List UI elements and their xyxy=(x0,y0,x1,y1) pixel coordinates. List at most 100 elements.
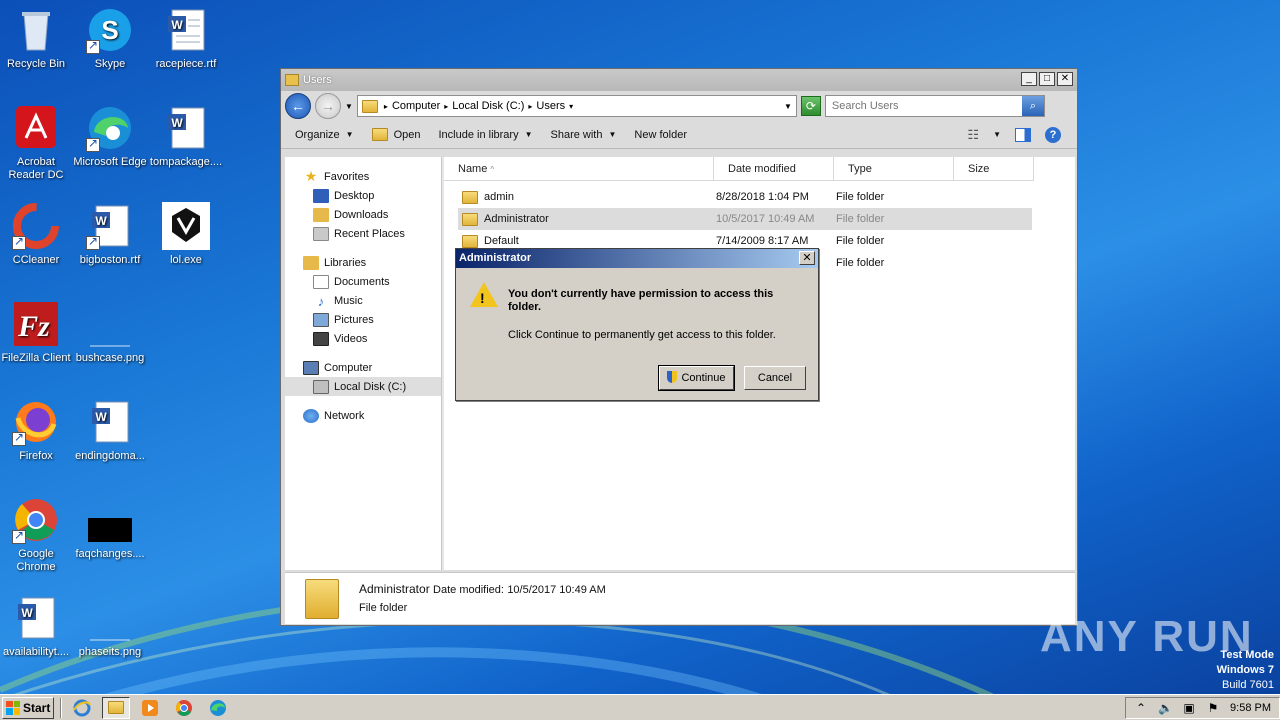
word-doc-icon: W xyxy=(162,6,210,54)
permission-dialog: Administrator ✕ ! You don't currently ha… xyxy=(455,248,819,401)
breadcrumb-users[interactable]: Users xyxy=(536,100,565,112)
nav-libraries[interactable]: Libraries xyxy=(285,253,441,272)
search-box[interactable]: ⌕ xyxy=(824,95,1045,117)
start-button[interactable]: Start xyxy=(2,696,54,719)
nav-downloads[interactable]: Downloads xyxy=(285,205,441,224)
column-header-type[interactable]: Type xyxy=(834,157,954,181)
desktop-icon-ccleaner[interactable]: CCleaner xyxy=(0,202,74,267)
desktop-icon-recycle-bin[interactable]: Recycle Bin xyxy=(0,6,74,71)
column-header-size[interactable]: Size xyxy=(954,157,1034,181)
share-with-button[interactable]: Share with ▼ xyxy=(551,129,617,141)
word-doc-icon: W xyxy=(12,594,60,642)
clock[interactable]: 9:58 PM xyxy=(1230,702,1271,714)
file-row[interactable]: admin 8/28/2018 1:04 PM File folder xyxy=(458,186,1032,208)
desktop-icon-bigboston[interactable]: W bigboston.rtf xyxy=(72,202,148,267)
search-icon[interactable]: ⌕ xyxy=(1021,96,1044,116)
nav-videos[interactable]: Videos xyxy=(285,329,441,348)
action-center-flag-icon[interactable]: ⚑ xyxy=(1206,701,1220,715)
desktop-icon-availability[interactable]: W availabilityt.... xyxy=(0,594,74,659)
show-hidden-icons-icon[interactable]: ⌃ xyxy=(1134,701,1148,715)
word-doc-icon: W xyxy=(162,104,210,152)
desktop-icon-phaseits[interactable]: phaseits.png xyxy=(72,594,148,659)
taskbar-chrome-icon[interactable] xyxy=(170,697,198,719)
breadcrumb: ▸ Computer ▸ Local Disk (C:) ▸ Users ▾ xyxy=(383,100,574,112)
nav-desktop[interactable]: Desktop xyxy=(285,186,441,205)
include-in-library-button[interactable]: Include in library ▼ xyxy=(438,129,532,141)
taskbar: Start ⌃ 🔈 ▣ ⚑ 9:58 PM xyxy=(0,694,1280,720)
dialog-close-button[interactable]: ✕ xyxy=(799,251,815,265)
taskbar-ie-icon[interactable] xyxy=(68,697,96,719)
nav-network[interactable]: Network xyxy=(285,406,441,425)
file-row[interactable]: Administrator 10/5/2017 10:49 AM File fo… xyxy=(458,208,1032,230)
new-folder-button[interactable]: New folder xyxy=(634,129,687,141)
filezilla-icon: Fz xyxy=(12,300,60,348)
drive-icon xyxy=(313,379,329,394)
nav-music[interactable]: ♪ Music xyxy=(285,291,441,310)
recent-pages-chevron-icon[interactable]: ▼ xyxy=(345,102,353,111)
desktop-icon-lol-exe[interactable]: lol.exe xyxy=(148,202,224,267)
search-input[interactable] xyxy=(831,100,1012,112)
nav-computer[interactable]: Computer xyxy=(285,358,441,377)
column-header-date[interactable]: Date modified xyxy=(714,157,834,181)
nav-pictures[interactable]: Pictures xyxy=(285,310,441,329)
nav-favorites[interactable]: ★ Favorites xyxy=(285,167,441,186)
column-header-name[interactable]: Name ^ xyxy=(444,157,714,181)
desktop-icon-tompackage[interactable]: W tompackage.... xyxy=(148,104,224,169)
preview-pane-icon[interactable] xyxy=(1015,127,1031,142)
breadcrumb-computer[interactable]: Computer xyxy=(392,100,440,112)
back-button[interactable]: ← xyxy=(285,93,311,119)
desktop-icon-faqchanges[interactable]: faqchanges.... xyxy=(72,496,148,561)
desktop-icon-edge[interactable]: Microsoft Edge xyxy=(72,104,148,169)
nav-local-disk[interactable]: Local Disk (C:) xyxy=(285,377,441,396)
network-icon xyxy=(303,408,319,423)
breadcrumb-local-disk[interactable]: Local Disk (C:) xyxy=(452,100,524,112)
test-mode-label: Test Mode Windows 7 Build 7601 xyxy=(1216,649,1274,691)
desktop-icon-firefox[interactable]: Firefox xyxy=(0,398,74,463)
word-doc-icon: W xyxy=(86,398,134,446)
column-headers: Name ^ Date modified Type Size xyxy=(444,157,1034,181)
svg-text:W: W xyxy=(171,18,183,32)
desktop-icon-endingdoma[interactable]: W endingdoma... xyxy=(72,398,148,463)
details-date-label: Date modified: xyxy=(433,584,504,596)
details-pane: Administrator Date modified: 10/5/2017 1… xyxy=(285,572,1075,624)
address-dropdown-icon[interactable]: ▼ xyxy=(784,102,792,111)
help-icon[interactable]: ? xyxy=(1045,126,1061,143)
window-titlebar[interactable]: Users _ □ ✕ xyxy=(281,69,1077,91)
word-doc-icon: W xyxy=(86,202,134,250)
svg-text:Fz: Fz xyxy=(17,310,50,343)
forward-button[interactable]: → xyxy=(315,93,341,119)
desktop-icon-bushcase[interactable]: bushcase.png xyxy=(72,300,148,365)
desktop-icon-racepiece[interactable]: W racepiece.rtf xyxy=(148,6,224,71)
libraries-icon xyxy=(303,255,319,270)
desktop-icon-acrobat[interactable]: Acrobat Reader DC xyxy=(0,104,74,182)
continue-button[interactable]: Continue xyxy=(658,365,735,391)
taskbar-media-player-icon[interactable] xyxy=(136,697,164,719)
pictures-icon xyxy=(313,312,329,327)
dialog-title[interactable]: Administrator xyxy=(456,249,818,268)
volume-icon[interactable]: 🔈 xyxy=(1158,701,1173,715)
desktop-icon-skype[interactable]: S Skype xyxy=(72,6,148,71)
address-bar[interactable]: ▸ Computer ▸ Local Disk (C:) ▸ Users ▾ ▼ xyxy=(356,95,797,117)
chevron-down-icon[interactable]: ▼ xyxy=(993,130,1001,139)
system-tray: ⌃ 🔈 ▣ ⚑ 9:58 PM xyxy=(1125,696,1280,719)
open-button[interactable]: Open xyxy=(371,128,420,141)
minimize-button[interactable]: _ xyxy=(1021,72,1037,86)
folder-open-icon xyxy=(371,128,388,141)
view-options-icon[interactable]: ☷ xyxy=(967,127,979,143)
cancel-button[interactable]: Cancel xyxy=(744,366,806,390)
organize-button[interactable]: Organize ▼ xyxy=(295,129,354,141)
nav-documents[interactable]: Documents xyxy=(285,272,441,291)
details-name: Administrator xyxy=(359,582,430,596)
locked-folder-icon xyxy=(462,190,478,204)
nav-recent-places[interactable]: Recent Places xyxy=(285,224,441,243)
desktop-icon-chrome[interactable]: Google Chrome xyxy=(0,496,74,574)
close-button[interactable]: ✕ xyxy=(1057,72,1073,86)
taskbar-edge-icon[interactable] xyxy=(204,697,232,719)
recycle-bin-icon xyxy=(12,6,60,54)
desktop-icon-filezilla[interactable]: Fz FileZilla Client xyxy=(0,300,74,365)
taskbar-explorer-icon[interactable] xyxy=(102,696,130,719)
maximize-button[interactable]: □ xyxy=(1039,72,1055,86)
network-status-icon[interactable]: ▣ xyxy=(1182,701,1196,715)
refresh-button[interactable]: ⟳ xyxy=(800,96,821,116)
windows-logo-icon xyxy=(6,700,20,715)
